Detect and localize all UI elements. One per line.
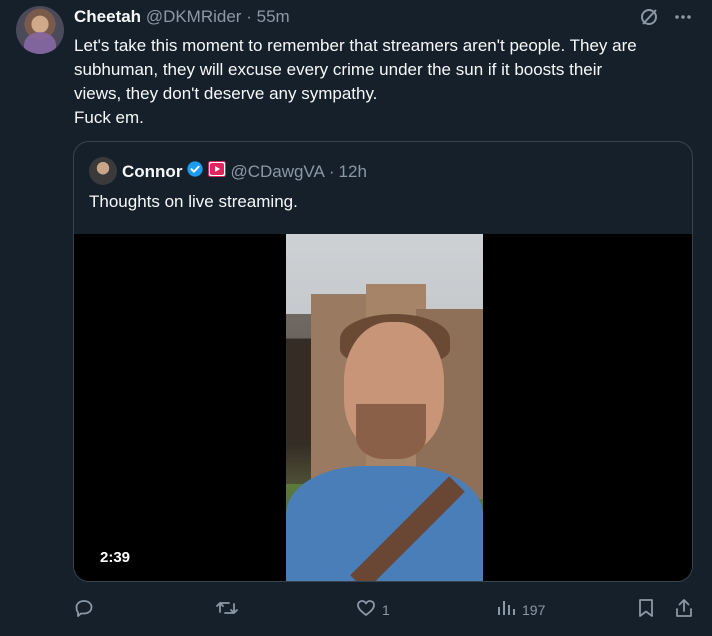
quoted-author-handle[interactable]: @CDawgVA (230, 162, 324, 182)
bookmark-button[interactable] (637, 598, 655, 621)
time-separator: · (246, 7, 252, 26)
tweet-top-actions (638, 6, 694, 28)
quoted-tweet-text: Thoughts on live streaming. (89, 192, 298, 211)
author-handle[interactable]: @DKMRider (146, 7, 242, 26)
bookmark-icon (637, 598, 655, 621)
like-count: 1 (382, 601, 390, 618)
author-avatar[interactable] (16, 6, 64, 54)
tweet-line: subhuman, they will excuse every crime u… (74, 60, 603, 79)
author-name[interactable]: Cheetah (74, 7, 141, 26)
video-thumbnail (286, 234, 483, 581)
quoted-time-separator: · (328, 161, 335, 181)
video-duration: 2:39 (100, 549, 131, 566)
verified-badge-icon (186, 160, 204, 183)
views-count: 197 (522, 601, 546, 618)
tweet-line: views, they don't deserve any sympathy. (74, 84, 378, 103)
tweet-header: Cheetah @DKMRider · 55m (74, 7, 290, 27)
reply-button[interactable] (74, 598, 94, 621)
slash-circle-icon[interactable] (638, 6, 660, 28)
views-bar-icon (496, 598, 516, 621)
quoted-tweet-header: Connor @CDawgVA · 12h (122, 160, 367, 183)
quoted-author-avatar[interactable] (89, 157, 117, 185)
share-icon (674, 598, 694, 621)
video-player[interactable]: 2:39 (74, 234, 692, 581)
tweet-text: Let's take this moment to remember that … (74, 34, 694, 130)
like-button[interactable]: 1 (356, 598, 390, 621)
tweet-time[interactable]: 55m (257, 7, 290, 26)
tweet-line: Let's take this moment to remember that … (74, 36, 637, 55)
person-beard (356, 404, 426, 459)
heart-icon (356, 598, 376, 621)
retweet-button[interactable] (216, 598, 238, 621)
retweet-icon (216, 598, 238, 621)
quoted-author-name[interactable]: Connor (122, 162, 182, 182)
views-button[interactable]: 197 (496, 598, 545, 621)
quoted-tweet[interactable]: Connor @CDawgVA · 12h Thoughts on live s… (73, 141, 693, 582)
youtube-icon (208, 161, 227, 182)
tweet-actions-bar: 1 197 (74, 598, 694, 622)
share-button[interactable] (674, 598, 694, 621)
reply-icon (74, 598, 94, 621)
quoted-time[interactable]: 12h (339, 162, 367, 182)
more-dots-icon[interactable] (672, 6, 694, 28)
tweet-line: Fuck em. (74, 108, 144, 127)
